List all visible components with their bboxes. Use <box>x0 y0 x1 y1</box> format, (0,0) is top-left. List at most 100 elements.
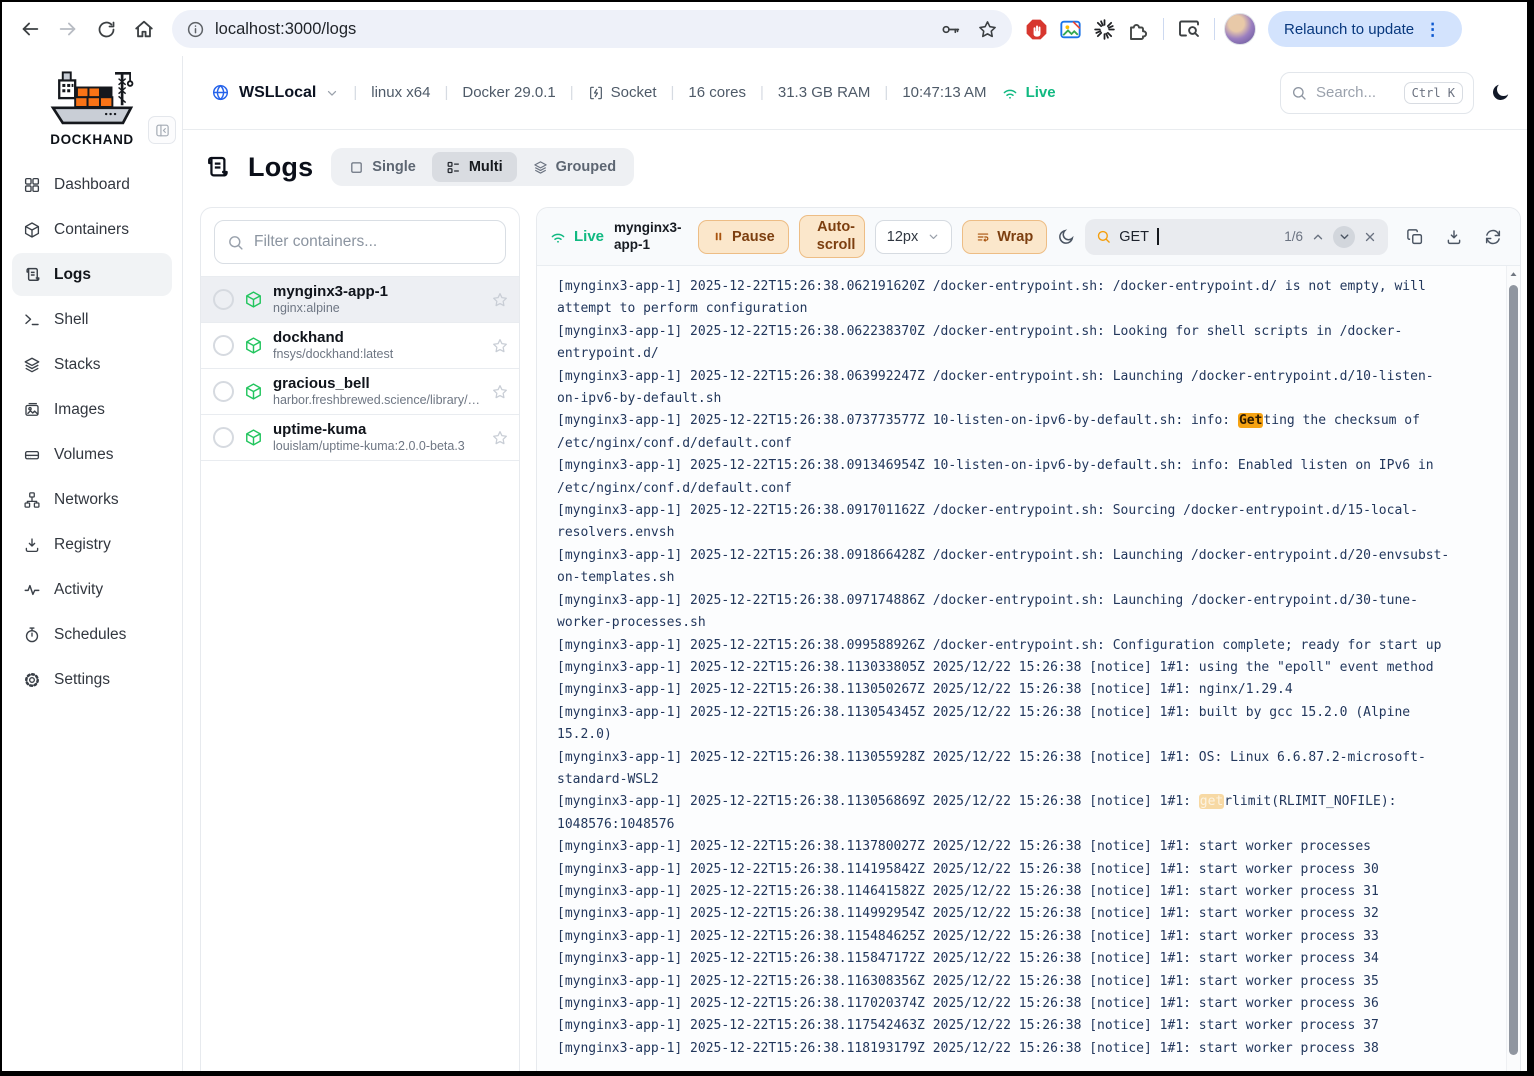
log-line-prefix: [mynginx3-app-1] <box>557 884 682 899</box>
browser-menu-icon[interactable]: ⋮ <box>1424 21 1441 38</box>
address-bar[interactable]: localhost:3000/logs <box>172 10 1012 48</box>
tab-single[interactable]: Single <box>335 152 430 182</box>
relaunch-label: Relaunch to update <box>1284 21 1414 38</box>
theme-toggle-button[interactable] <box>1490 82 1511 103</box>
url-text[interactable]: localhost:3000/logs <box>215 20 356 39</box>
password-key-icon[interactable] <box>940 19 961 40</box>
sidebar-item-label: Shell <box>54 311 88 329</box>
reload-button[interactable] <box>88 11 124 47</box>
container-image: louislam/uptime-kuma:2.0.0-beta.3 <box>273 439 481 453</box>
log-line: [mynginx3-app-1] 2025-12-22T15:26:38.099… <box>557 635 1457 657</box>
back-button[interactable] <box>12 11 48 47</box>
refresh-logs-button[interactable] <box>1484 228 1502 246</box>
font-size-select[interactable]: 12px <box>875 220 952 254</box>
sidebar-item-schedules[interactable]: Schedules <box>12 613 172 656</box>
global-search-input[interactable]: Search... Ctrl K <box>1280 72 1474 114</box>
pause-button[interactable]: Pause <box>698 220 789 254</box>
log-line-prefix: [mynginx3-app-1] <box>557 951 682 966</box>
image-extension-icon[interactable] <box>1054 13 1086 45</box>
log-line-prefix: [mynginx3-app-1] <box>557 413 682 428</box>
download-logs-button[interactable] <box>1445 228 1463 246</box>
search-tabs-icon[interactable] <box>1173 13 1205 45</box>
container-radio[interactable] <box>213 381 234 402</box>
tab-multi[interactable]: Multi <box>432 152 517 182</box>
log-line: [mynginx3-app-1] 2025-12-22T15:26:38.063… <box>557 366 1457 411</box>
home-button[interactable] <box>126 11 162 47</box>
relaunch-update-button[interactable]: Relaunch to update ⋮ <box>1268 11 1462 47</box>
log-line-prefix: [mynginx3-app-1] <box>557 548 682 563</box>
spinner-extension-icon[interactable] <box>1088 13 1120 45</box>
browser-window: localhost:3000/logs <box>2 2 1527 1071</box>
sidebar-item-volumes[interactable]: Volumes <box>12 433 172 476</box>
sidebar-item-shell[interactable]: Shell <box>12 298 172 341</box>
container-radio[interactable] <box>213 335 234 356</box>
sidebar-item-label: Volumes <box>54 446 113 464</box>
favorite-star-icon[interactable] <box>491 291 509 309</box>
sidebar-item-containers[interactable]: Containers <box>12 208 172 251</box>
log-search-input[interactable]: GET 1/6 <box>1085 219 1388 255</box>
adblock-extension-icon[interactable] <box>1020 13 1052 45</box>
chevron-down-icon <box>325 86 339 100</box>
filter-containers-input[interactable]: Filter containers... <box>214 220 506 264</box>
scrollbar-thumb[interactable] <box>1509 285 1518 1055</box>
ram-info: 31.3 GB RAM <box>778 84 871 101</box>
favorite-star-icon[interactable] <box>491 383 509 401</box>
log-line-prefix: [mynginx3-app-1] <box>557 1018 682 1033</box>
sidebar-item-activity[interactable]: Activity <box>12 568 172 611</box>
log-output[interactable]: [mynginx3-app-1] 2025-12-22T15:26:38.062… <box>537 266 1507 1071</box>
log-line: [mynginx3-app-1] 2025-12-22T15:26:38.113… <box>557 836 1457 858</box>
environment-selector[interactable]: WSLLocal <box>211 83 339 102</box>
next-match-button[interactable] <box>1333 226 1355 248</box>
sidebar-item-logs[interactable]: Logs <box>12 253 172 296</box>
moon-icon <box>1490 82 1511 103</box>
sidebar-item-networks[interactable]: Networks <box>12 478 172 521</box>
container-radio[interactable] <box>213 289 234 310</box>
page-title-row: Logs Single Multi Grouped <box>203 144 634 190</box>
previous-match-button[interactable] <box>1311 230 1325 244</box>
favorite-star-icon[interactable] <box>491 337 509 355</box>
container-name: gracious_bell <box>273 376 481 392</box>
autoscroll-button[interactable]: Auto-scroll <box>799 215 865 258</box>
log-line: [mynginx3-app-1] 2025-12-22T15:26:38.114… <box>557 881 1457 903</box>
favorite-star-icon[interactable] <box>491 429 509 447</box>
log-line: [mynginx3-app-1] 2025-12-22T15:26:38.115… <box>557 926 1457 948</box>
site-info-icon[interactable] <box>186 20 205 39</box>
log-line: [mynginx3-app-1] 2025-12-22T15:26:38.114… <box>557 903 1457 925</box>
sidebar-item-label: Containers <box>54 221 129 239</box>
sidebar-item-label: Images <box>54 401 105 419</box>
log-theme-toggle-moon-icon[interactable] <box>1057 228 1075 246</box>
container-list-panel: Filter containers... mynginx3-app-1 ngin… <box>200 207 520 1071</box>
sidebar-item-images[interactable]: Images <box>12 388 172 431</box>
page-title: Logs <box>248 152 313 183</box>
sidebar-item-dashboard[interactable]: Dashboard <box>12 163 172 206</box>
container-cube-icon <box>244 336 263 355</box>
header-separator: | <box>444 84 448 101</box>
sidebar-item-settings[interactable]: Settings <box>12 658 172 701</box>
log-scrollbar[interactable] <box>1506 266 1520 1071</box>
copy-logs-button[interactable] <box>1406 228 1424 246</box>
container-row[interactable]: mynginx3-app-1 nginx:alpine <box>201 277 519 323</box>
sidebar-item-registry[interactable]: Registry <box>12 523 172 566</box>
match-count: 1/6 <box>1284 229 1303 244</box>
container-row[interactable]: dockhand fnsys/dockhand:latest <box>201 323 519 369</box>
log-line: [mynginx3-app-1] 2025-12-22T15:26:38.113… <box>557 657 1457 679</box>
log-line-prefix: [mynginx3-app-1] <box>557 929 682 944</box>
sidebar-item-stacks[interactable]: Stacks <box>12 343 172 386</box>
log-line: [mynginx3-app-1] 2025-12-22T15:26:38.113… <box>557 702 1457 747</box>
profile-avatar[interactable] <box>1224 13 1256 45</box>
log-line: [mynginx3-app-1] 2025-12-22T15:26:38.117… <box>557 993 1457 1015</box>
bookmark-star-icon[interactable] <box>977 19 998 40</box>
clear-search-button[interactable] <box>1363 230 1377 244</box>
container-name: mynginx3-app-1 <box>273 284 481 300</box>
scrollbar-up-arrow[interactable] <box>1507 266 1520 282</box>
extensions-puzzle-icon[interactable] <box>1122 13 1154 45</box>
log-line: [mynginx3-app-1] 2025-12-22T15:26:38.097… <box>557 590 1457 635</box>
container-radio[interactable] <box>213 427 234 448</box>
wrap-button[interactable]: Wrap <box>962 220 1047 254</box>
container-row[interactable]: uptime-kuma louislam/uptime-kuma:2.0.0-b… <box>201 415 519 461</box>
tab-grouped[interactable]: Grouped <box>519 152 630 182</box>
forward-button[interactable] <box>50 11 86 47</box>
sidebar-collapse-button[interactable] <box>148 116 176 144</box>
cpu-cores: 16 cores <box>688 84 746 101</box>
container-row[interactable]: gracious_bell harbor.freshbrewed.science… <box>201 369 519 415</box>
